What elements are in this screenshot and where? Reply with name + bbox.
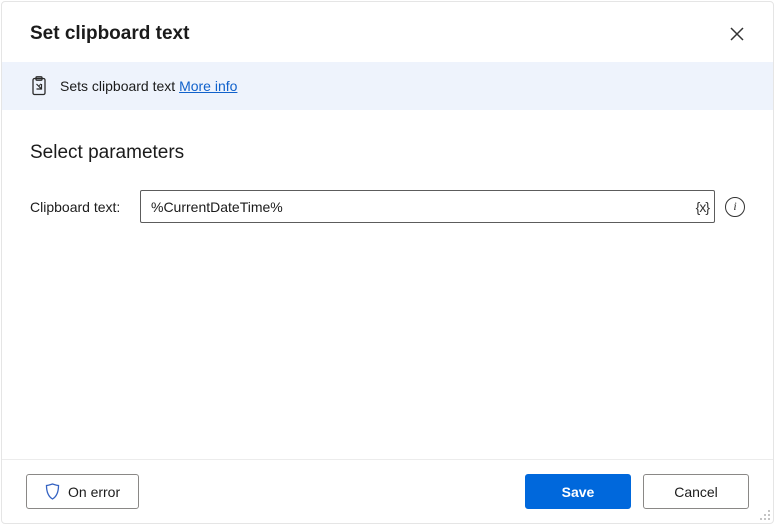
param-label-clipboard-text: Clipboard text:: [30, 199, 130, 215]
dialog-content: Select parameters Clipboard text: {x} i: [2, 110, 773, 459]
info-banner: Sets clipboard text More info: [2, 62, 773, 110]
dialog-title: Set clipboard text: [30, 23, 189, 45]
cancel-button[interactable]: Cancel: [643, 474, 749, 509]
dialog-footer: On error Save Cancel: [2, 459, 773, 523]
banner-description: Sets clipboard text: [60, 78, 175, 94]
on-error-label: On error: [68, 484, 120, 500]
section-title: Select parameters: [30, 142, 745, 164]
dialog-set-clipboard-text: Set clipboard text Sets clipboard text M…: [1, 1, 774, 524]
shield-icon: [45, 483, 60, 500]
save-button[interactable]: Save: [525, 474, 631, 509]
insert-variable-button[interactable]: {x}: [696, 199, 709, 215]
more-info-link[interactable]: More info: [179, 78, 237, 94]
on-error-button[interactable]: On error: [26, 474, 139, 509]
close-button[interactable]: [723, 20, 751, 48]
param-row-clipboard-text: Clipboard text: {x} i: [30, 190, 745, 223]
clipboard-icon: [30, 76, 48, 96]
clipboard-text-input[interactable]: [140, 190, 715, 223]
resize-grip-icon[interactable]: [757, 507, 771, 521]
banner-text: Sets clipboard text More info: [60, 78, 237, 94]
footer-actions: Save Cancel: [525, 474, 749, 509]
input-wrapper: {x}: [140, 190, 715, 223]
help-button[interactable]: i: [725, 197, 745, 217]
close-icon: [730, 27, 744, 41]
dialog-header: Set clipboard text: [2, 2, 773, 62]
